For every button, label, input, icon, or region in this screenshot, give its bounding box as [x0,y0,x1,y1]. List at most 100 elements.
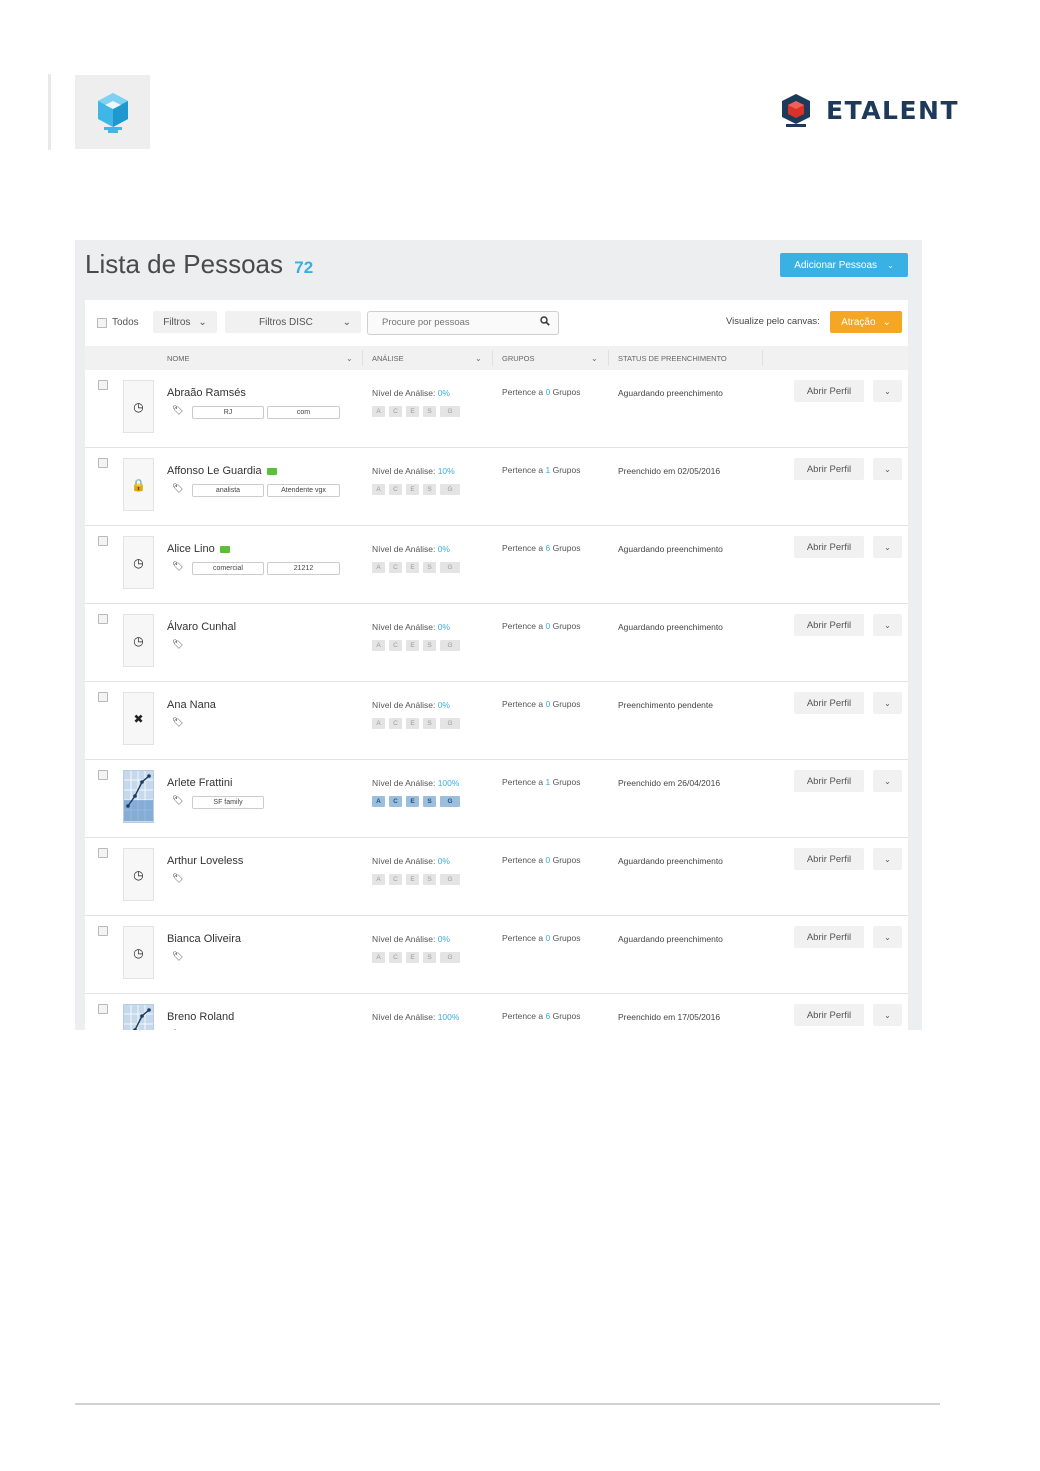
person-tag[interactable]: 21212 [267,562,340,575]
group-membership: Pertence a 1 Grupos [502,465,580,475]
search-input[interactable] [380,316,534,329]
clock-icon: ◷ [133,945,144,960]
row-checkbox[interactable] [98,458,108,468]
disc-badge: G [440,484,460,495]
row-actions-dropdown[interactable]: ⌄ [873,536,902,558]
person-name[interactable]: Alice Lino [167,543,230,555]
person-name[interactable]: Arthur Loveless [167,855,243,867]
person-name[interactable]: Breno Roland [167,1011,234,1023]
canvas-view-dropdown[interactable]: Atração ⌄ [830,311,902,333]
open-profile-button[interactable]: Abrir Perfil [794,848,864,870]
open-profile-button[interactable]: Abrir Perfil [794,614,864,636]
disc-badge: S [423,874,436,885]
person-name[interactable]: Álvaro Cunhal [167,621,236,633]
disc-badge: C [389,562,402,573]
disc-badge: G [440,640,460,651]
disc-filters-dropdown[interactable]: Filtros DISC ⌄ [225,311,361,333]
chevron-down-icon[interactable]: ⌄ [475,354,482,363]
column-header-groups[interactable]: GRUPOS [502,354,535,363]
open-profile-button[interactable]: Abrir Perfil [794,536,864,558]
row-actions-dropdown[interactable]: ⌄ [873,380,902,402]
select-all-checkbox[interactable] [97,317,107,328]
fill-status: Aguardando preenchimento [618,544,723,554]
tag-icon[interactable]: 🏷 [172,1029,183,1030]
person-tag[interactable]: analista [192,484,264,497]
person-name[interactable]: Ana Nana [167,699,216,711]
person-name[interactable]: Arlete Frattini [167,777,232,789]
row-checkbox[interactable] [98,692,108,702]
filters-dropdown[interactable]: Filtros ⌄ [153,311,217,333]
battery-icon [266,467,277,475]
people-count-badge: 72 [294,258,314,277]
person-tag[interactable]: comercial [192,562,264,575]
row-actions-dropdown[interactable]: ⌄ [873,926,902,948]
open-profile-button[interactable]: Abrir Perfil [794,926,864,948]
disc-badge: G [440,406,460,417]
person-tag[interactable]: com [267,406,340,419]
tag-icon[interactable]: 🏷 [172,795,183,806]
person-name[interactable]: Abraão Ramsés [167,387,246,399]
open-profile-button[interactable]: Abrir Perfil [794,1004,864,1026]
row-checkbox[interactable] [98,926,108,936]
chevron-down-icon[interactable]: ⌄ [591,354,598,363]
column-header-status[interactable]: STATUS DE PREENCHIMENTO [618,354,727,363]
search-box [367,311,559,335]
open-profile-button[interactable]: Abrir Perfil [794,770,864,792]
brand-name: ETALENT [826,95,960,125]
avatar [123,770,154,823]
analysis-level-label: Nível de Análise: [372,934,438,944]
row-actions-dropdown[interactable]: ⌄ [873,848,902,870]
tag-icon[interactable]: 🏷 [172,873,183,884]
disc-badge: G [440,874,460,885]
select-all[interactable]: Todos [97,317,139,328]
disc-badge: A [372,562,385,573]
row-actions-dropdown[interactable]: ⌄ [873,458,902,480]
disc-badge: A [372,796,385,807]
column-divider [762,350,763,366]
row-checkbox[interactable] [98,848,108,858]
tag-icon[interactable]: 🏷 [172,951,183,962]
row-checkbox[interactable] [98,614,108,624]
tag-icon[interactable]: 🏷 [172,639,183,650]
table-header: NOME ⌄ ANÁLISE ⌄ GRUPOS ⌄ STATUS DE PREE… [85,346,908,370]
open-profile-button[interactable]: Abrir Perfil [794,458,864,480]
tag-icon[interactable]: 🏷 [172,717,183,728]
open-profile-button[interactable]: Abrir Perfil [794,380,864,402]
open-profile-button[interactable]: Abrir Perfil [794,692,864,714]
disc-badge: A [372,952,385,963]
disc-badge: A [372,874,385,885]
chevron-down-icon[interactable]: ⌄ [346,354,353,363]
group-suffix: Grupos [550,1011,581,1021]
row-checkbox[interactable] [98,536,108,546]
row-actions-dropdown[interactable]: ⌄ [873,770,902,792]
row-actions-dropdown[interactable]: ⌄ [873,614,902,636]
disc-badges: ACESG [372,718,460,729]
search-icon[interactable] [540,316,550,329]
row-checkbox[interactable] [98,380,108,390]
chevron-down-icon: ⌄ [884,1010,891,1020]
row-checkbox[interactable] [98,770,108,780]
row-checkbox[interactable] [98,1004,108,1014]
person-tag[interactable]: RJ [192,406,264,419]
person-tag[interactable]: Atendente vgx [267,484,340,497]
row-actions-dropdown[interactable]: ⌄ [873,1004,902,1026]
column-header-name[interactable]: NOME [167,354,190,363]
person-name-text: Affonso Le Guardia [167,465,262,477]
add-people-button[interactable]: Adicionar Pessoas ⌄ [780,253,908,277]
disc-badge: C [389,484,402,495]
person-name[interactable]: Bianca Oliveira [167,933,241,945]
group-suffix: Grupos [550,621,581,631]
person-name[interactable]: Affonso Le Guardia [167,465,277,477]
analysis-level-value: 0% [437,856,450,866]
person-name-text: Bianca Oliveira [167,933,241,945]
disc-badge: S [423,952,436,963]
column-header-analysis[interactable]: ANÁLISE [372,354,404,363]
tag-icon[interactable]: 🏷 [172,561,183,572]
group-prefix: Pertence a [502,1011,546,1021]
column-divider [492,350,493,366]
tag-icon[interactable]: 🏷 [172,405,183,416]
row-actions-dropdown[interactable]: ⌄ [873,692,902,714]
person-tag[interactable]: SF family [192,796,264,809]
tag-icon[interactable]: 🏷 [172,483,183,494]
analysis-level-label: Nível de Análise: [372,622,438,632]
